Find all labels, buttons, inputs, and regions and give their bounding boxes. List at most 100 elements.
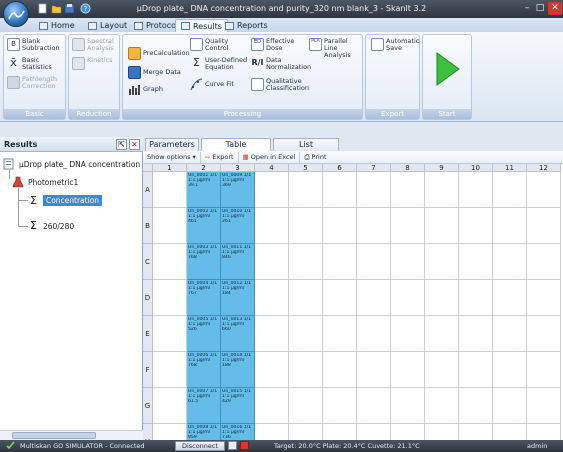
well-cell[interactable] xyxy=(153,316,187,352)
tab-home[interactable]: Home xyxy=(34,19,80,32)
row-header[interactable]: C xyxy=(143,244,153,280)
well-cell[interactable] xyxy=(255,316,289,352)
column-header[interactable]: 6 xyxy=(323,164,357,172)
save-icon[interactable] xyxy=(64,3,75,14)
column-header[interactable]: 10 xyxy=(459,164,493,172)
show-options-dropdown[interactable]: Show options ▾ xyxy=(143,151,201,163)
user-defined-equation-button[interactable]: Σ User-Defined Equation xyxy=(190,57,250,71)
well-cell[interactable] xyxy=(255,280,289,316)
well-cell[interactable] xyxy=(357,172,391,208)
minimize-button[interactable]: – xyxy=(521,2,533,15)
well-cell[interactable] xyxy=(289,244,323,280)
well-cell[interactable]: Un_0002 1/1 1:1 µg/ml 461 xyxy=(187,208,221,244)
qualitative-classification-button[interactable]: Qualitative Classification xyxy=(251,78,309,92)
well-cell[interactable] xyxy=(459,280,493,316)
tab-layout[interactable]: Layout xyxy=(83,19,132,32)
column-header[interactable]: 5 xyxy=(289,164,323,172)
well-cell[interactable] xyxy=(153,244,187,280)
well-cell[interactable]: Un_0006 1/1 1:1 µg/ml 768 xyxy=(187,352,221,388)
row-header[interactable]: A xyxy=(143,172,153,208)
tree-item-260-280[interactable]: Σ 260/280 xyxy=(30,220,74,231)
results-horizontal-scrollbar[interactable] xyxy=(0,430,143,440)
column-header[interactable]: 7 xyxy=(357,164,391,172)
column-header[interactable]: 9 xyxy=(425,164,459,172)
parallel-line-analysis-button[interactable]: PLA Parallel Line Analysis xyxy=(309,38,363,59)
column-header[interactable]: 1 xyxy=(153,164,187,172)
tab-list[interactable]: List xyxy=(273,138,339,151)
well-cell[interactable] xyxy=(357,388,391,424)
row-header[interactable]: B xyxy=(143,208,153,244)
row-header[interactable]: E xyxy=(143,316,153,352)
help-icon[interactable]: ? xyxy=(80,3,91,14)
well-cell[interactable] xyxy=(289,352,323,388)
panel-pin-icon[interactable]: ⇱ xyxy=(116,139,127,150)
well-cell[interactable] xyxy=(357,316,391,352)
well-cell[interactable] xyxy=(527,388,561,424)
well-cell[interactable] xyxy=(289,280,323,316)
well-cell[interactable] xyxy=(425,208,459,244)
well-cell[interactable] xyxy=(425,388,459,424)
open-in-excel-button[interactable]: ▦ Open in Excel xyxy=(239,151,301,163)
well-cell[interactable] xyxy=(459,352,493,388)
well-cell[interactable] xyxy=(391,352,425,388)
basic-statistics-button[interactable]: x̄ Basic Statistics xyxy=(7,57,65,71)
disconnect-button[interactable]: Disconnect xyxy=(175,441,225,451)
well-cell[interactable] xyxy=(323,244,357,280)
well-cell[interactable]: Un_0012 1/1 1:1 µg/ml 184 xyxy=(221,280,255,316)
automatic-save-button[interactable]: Automatic Save xyxy=(371,38,419,52)
well-cell[interactable]: Un_0003 1/1 1:1 µg/ml 768 xyxy=(187,244,221,280)
well-cell[interactable] xyxy=(493,208,527,244)
new-file-icon[interactable] xyxy=(37,3,48,14)
well-cell[interactable]: Un_0011 1/1 1:1 µg/ml 846 xyxy=(221,244,255,280)
well-cell[interactable] xyxy=(357,280,391,316)
print-button[interactable]: ⎙ Print xyxy=(300,152,330,163)
well-cell[interactable] xyxy=(153,172,187,208)
well-cell[interactable] xyxy=(425,352,459,388)
graph-button[interactable]: Graph xyxy=(128,83,188,96)
data-normalization-button[interactable]: R/I Data Normalization xyxy=(251,57,311,71)
maximize-button[interactable]: □ xyxy=(534,2,546,15)
well-cell[interactable] xyxy=(357,208,391,244)
panel-close-icon[interactable]: ✕ xyxy=(129,139,140,150)
row-header[interactable]: G xyxy=(143,388,153,424)
tab-reports[interactable]: Reports xyxy=(220,19,273,32)
well-cell[interactable] xyxy=(425,244,459,280)
well-cell[interactable] xyxy=(527,280,561,316)
window-icon[interactable] xyxy=(228,441,237,450)
well-cell[interactable] xyxy=(459,172,493,208)
well-cell[interactable] xyxy=(425,280,459,316)
tree-item-concentration[interactable]: Σ Concentration xyxy=(30,195,103,206)
well-cell[interactable] xyxy=(425,172,459,208)
column-header[interactable]: 2 xyxy=(187,164,221,172)
export-button[interactable]: ⇨ Export xyxy=(201,151,239,163)
well-cell[interactable] xyxy=(459,316,493,352)
well-cell[interactable]: Un_0009 1/1 1:1 µg/ml 369 xyxy=(221,172,255,208)
effective-dose-button[interactable]: ED Effective Dose xyxy=(251,38,309,52)
well-cell[interactable] xyxy=(391,388,425,424)
row-header[interactable]: F xyxy=(143,352,153,388)
well-cell[interactable] xyxy=(255,352,289,388)
well-cell[interactable] xyxy=(425,316,459,352)
quality-control-button[interactable]: Quality Control xyxy=(190,38,250,52)
pathlength-correction-button[interactable]: Pathlength Correction xyxy=(7,76,65,90)
column-header[interactable]: 4 xyxy=(255,164,289,172)
blank-subtraction-button[interactable]: B Blank Subtraction xyxy=(7,38,65,52)
spectral-analysis-button[interactable]: Spectral Analysis xyxy=(72,38,120,52)
close-button[interactable]: ✕ xyxy=(548,2,562,15)
well-cell[interactable] xyxy=(493,352,527,388)
merge-data-button[interactable]: Merge Data xyxy=(128,66,188,79)
well-cell[interactable] xyxy=(255,208,289,244)
well-cell[interactable]: Un_0007 1/1 1:1 µg/ml 61.5 xyxy=(187,388,221,424)
column-header[interactable]: 8 xyxy=(391,164,425,172)
well-cell[interactable] xyxy=(527,244,561,280)
well-cell[interactable] xyxy=(153,280,187,316)
well-cell[interactable] xyxy=(323,388,357,424)
well-cell[interactable] xyxy=(493,280,527,316)
open-folder-icon[interactable] xyxy=(51,3,62,14)
well-cell[interactable]: Un_0014 1/1 1:1 µg/ml 188 xyxy=(221,352,255,388)
well-cell[interactable]: Un_0013 1/1 1:1 µg/ml 660 xyxy=(221,316,255,352)
well-cell[interactable] xyxy=(289,388,323,424)
column-header[interactable]: 3 xyxy=(221,164,255,172)
well-cell[interactable] xyxy=(493,388,527,424)
well-cell[interactable] xyxy=(255,244,289,280)
